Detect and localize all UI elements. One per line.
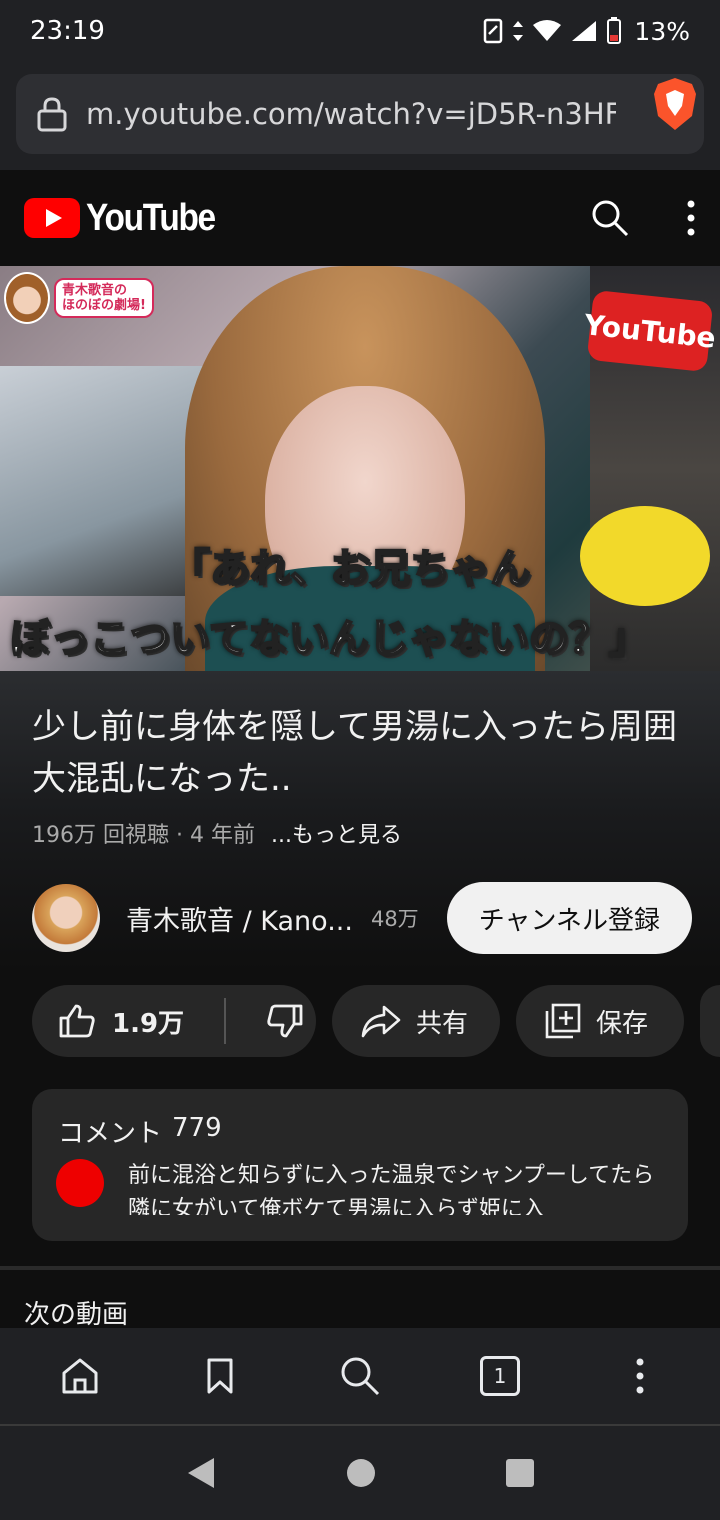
video-subtitle-line-1: 「あれ、お兄ちゃん [169,545,531,593]
more-link[interactable]: ...もっと見る [271,817,402,849]
url-text[interactable]: m.youtube.com/watch?v=jD5R-n3HFY [86,97,616,131]
share-label: 共有 [416,1008,469,1039]
video-info: 少し前に身体を隠して男湯に入ったら周囲大混乱になった.. 196万 回視聴 · … [0,671,720,1271]
tabs-button[interactable]: 1 [460,1336,540,1416]
watermark-text: 青木歌音の ほのぼの劇場! [54,278,154,318]
video-plush-toy [580,506,710,606]
browser-toolbar: 1 [0,1328,720,1424]
top-comment-text: 前に混浴と知らずに入った温泉でシャンプーしてたら隣に女がいて俺ボケて男湯に入らず… [128,1163,655,1215]
subscriber-count: 48万 [370,907,419,931]
comments-count: 779 [172,1113,222,1143]
header-actions [590,198,696,238]
comments-card[interactable]: コメント 779 前に混浴と知らずに入った温泉でシャンプーしてたら隣に女がいて俺… [32,1089,688,1241]
channel-watermark: 青木歌音の ほのぼの劇場! [4,272,154,324]
video-meta[interactable]: 196万 回視聴 · 4 年前 ...もっと見る [32,817,402,849]
vibrate-icon [484,18,503,44]
battery-percent: 13% [634,16,690,46]
more-vert-icon [636,1358,644,1394]
search-button[interactable] [320,1336,400,1416]
bookmark-button[interactable] [180,1336,260,1416]
status-icons: 13% [482,17,690,46]
recents-icon[interactable] [504,1457,536,1489]
search-icon[interactable] [590,198,630,238]
more-vert-icon[interactable] [686,200,696,236]
home-icon [62,1358,98,1394]
watermark-line-2: ほのぼの劇場! [62,298,146,313]
lock-icon[interactable] [36,96,68,132]
browser-bar: m.youtube.com/watch?v=jD5R-n3HFY [0,62,720,170]
video-youtube-sign: YouTube [583,289,717,373]
battery-icon [607,17,622,44]
system-navbar [0,1424,720,1520]
watermark-avatar [4,272,50,324]
subscribe-button[interactable]: チャンネル登録 [446,882,692,954]
tab-count: 1 [480,1356,520,1396]
status-bar: 23:19 13% [0,0,720,62]
channel-name[interactable]: 青木歌音 / Kano... [126,899,353,938]
url-field[interactable]: m.youtube.com/watch?v=jD5R-n3HFY [16,74,704,154]
actions-row: 1.9万 共有 保存 [32,985,720,1057]
youtube-wordmark: YouTube [86,196,216,239]
search-icon [341,1357,380,1396]
comments-label: コメント [58,1119,163,1149]
save-label: 保存 [596,1008,649,1039]
video-subtitle-line-2: ぼっこついてないんじゃないの？」 [9,615,650,663]
youtube-logo[interactable]: YouTube [24,197,232,240]
like-button[interactable]: 1.9万 [32,1003,210,1040]
data-arrows-icon [513,21,524,41]
video-title[interactable]: 少し前に身体を隠して男湯に入ったら周囲大混乱になった.. [32,701,692,805]
home-circle-icon[interactable] [345,1457,377,1489]
back-icon[interactable] [184,1455,218,1491]
view-count: 196万 回視聴 · 4 年前 [32,823,255,848]
like-count: 1.9万 [112,1008,185,1039]
thumbs-up-icon [59,1004,95,1038]
save-button[interactable]: 保存 [516,985,684,1057]
brave-shield-icon[interactable] [652,76,698,132]
yt-header: YouTube [0,170,720,266]
comment-avatar [56,1159,104,1207]
video-player[interactable]: YouTube 青木歌音の ほのぼの劇場! 「あれ、お兄ちゃん ぼっこついてない… [0,266,720,671]
comments-header: コメント 779 [58,1113,222,1150]
thumbs-down-icon [267,1004,303,1038]
youtube-play-icon [24,198,80,238]
channel-avatar[interactable] [32,884,100,952]
share-button[interactable]: 共有 [332,985,500,1057]
dislike-button[interactable] [240,1003,304,1039]
wifi-icon [533,20,562,41]
more-actions-button[interactable] [700,985,720,1057]
home-button[interactable] [40,1336,120,1416]
watermark-line-1: 青木歌音の [62,283,128,298]
channel-row: 青木歌音 / Kano... 48万 チャンネル登録 [32,881,692,955]
up-next-label: 次の動画 [24,1300,129,1330]
browser-menu-button[interactable] [600,1336,680,1416]
share-icon [361,1005,401,1038]
signal-icon [572,21,597,41]
status-time: 23:19 [30,16,105,46]
like-dislike-pill: 1.9万 [32,985,316,1057]
save-to-playlist-icon [545,1003,581,1039]
like-divider [224,998,226,1044]
bookmark-icon [207,1358,233,1394]
section-divider [0,1266,720,1270]
